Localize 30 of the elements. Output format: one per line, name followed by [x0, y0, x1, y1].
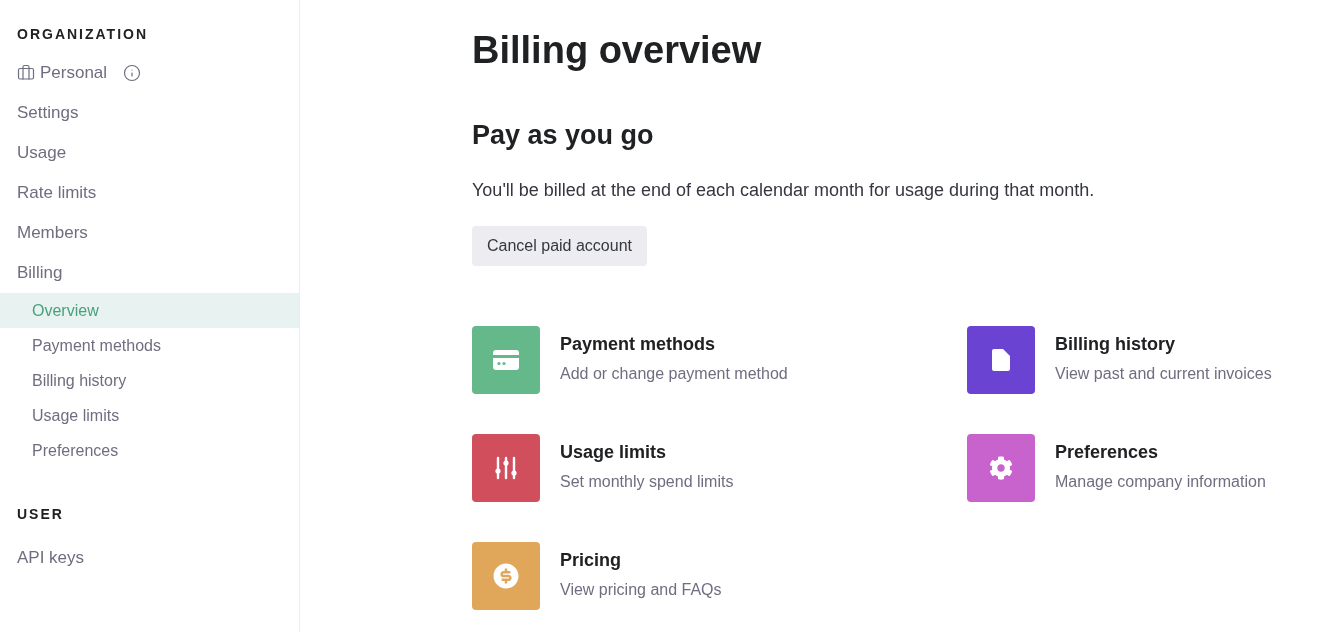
sidebar-heading: ORGANIZATION	[16, 25, 150, 44]
card-description: Set monthly spend limits	[560, 472, 734, 492]
cancel-account-button[interactable]: Cancel paid account	[472, 226, 647, 266]
sidebar-item[interactable]: Billing history	[0, 363, 299, 398]
card-title-link[interactable]: Preferences	[1055, 440, 1159, 464]
card-title-link[interactable]: Payment methods	[560, 332, 716, 356]
card-description: View past and current invoices	[1055, 364, 1272, 384]
info-icon[interactable]	[123, 64, 142, 82]
card-title-link[interactable]: Pricing	[560, 548, 621, 572]
card-description: View pricing and FAQs	[560, 580, 722, 600]
sidebar-item[interactable]: Preferences	[0, 433, 299, 468]
plan-description: You'll be billed at the end of each calendar month for usage during that month.	[472, 179, 1095, 202]
sidebar-item[interactable]: Billing	[0, 253, 299, 293]
sidebar-item[interactable]: Overview	[0, 293, 299, 328]
card-title-link[interactable]: Usage limits	[560, 440, 667, 464]
organization-selector[interactable]: Personal	[17, 62, 108, 84]
sidebar-item[interactable]: Rate limits	[0, 173, 299, 213]
card-title-link[interactable]: Billing history	[1055, 332, 1175, 356]
page-title: Billing overview	[472, 28, 762, 73]
sidebar-item[interactable]: API keys	[0, 538, 299, 578]
sidebar-item[interactable]: Usage	[0, 133, 299, 173]
sidebar-item[interactable]: Usage limits	[0, 398, 299, 433]
sidebar-item[interactable]: Settings	[0, 93, 299, 133]
briefcase-icon	[17, 64, 35, 82]
sidebar-item[interactable]: Members	[0, 213, 299, 253]
card-description: Add or change payment method	[560, 364, 788, 384]
sidebar-item[interactable]: Payment methods	[0, 328, 299, 363]
card-description: Manage company information	[1055, 472, 1266, 492]
sidebar-heading: USER	[16, 505, 65, 524]
plan-heading: Pay as you go	[472, 119, 654, 152]
